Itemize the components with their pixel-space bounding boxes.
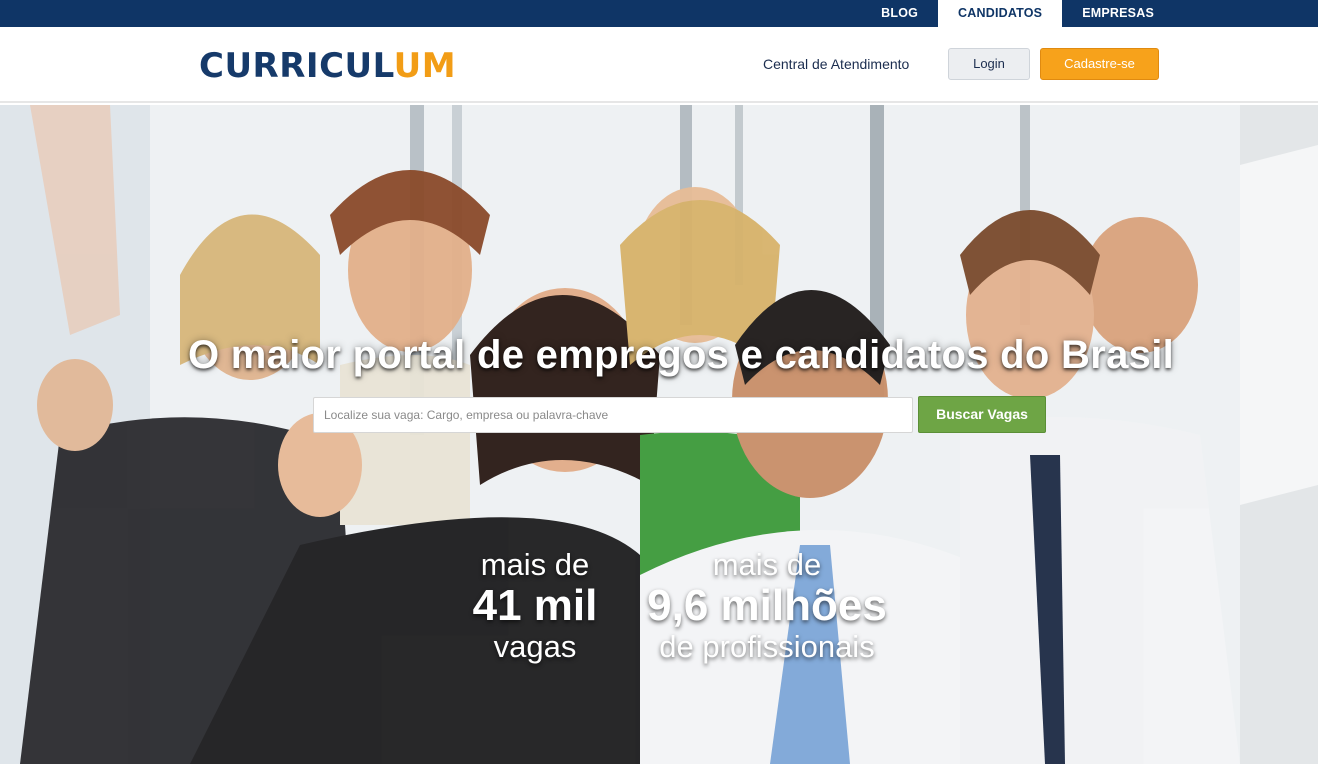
stat-profissionais-prefix: mais de: [712, 547, 822, 582]
top-nav-candidatos[interactable]: CANDIDATOS: [938, 0, 1063, 27]
signup-button[interactable]: Cadastre-se: [1040, 48, 1159, 80]
logo-text-accent: UM: [393, 46, 457, 86]
stat-vagas-prefix: mais de: [480, 547, 590, 582]
stat-profissionais: mais de 9,6 milhões de profissionais: [612, 547, 922, 665]
top-nav-blog[interactable]: BLOG: [861, 0, 938, 27]
top-nav-empresas[interactable]: EMPRESAS: [1062, 0, 1174, 27]
top-nav-links: BLOG CANDIDATOS EMPRESAS: [861, 0, 1174, 27]
hero-photo: [0, 105, 1318, 764]
help-center-link[interactable]: Central de Atendimento: [763, 56, 909, 72]
top-nav-bar: BLOG CANDIDATOS EMPRESAS: [0, 0, 1318, 27]
stat-vagas-value: 41 mil: [472, 581, 598, 630]
site-logo[interactable]: CURRICULUM: [199, 46, 456, 86]
stat-profissionais-value: 9,6 milhões: [647, 581, 887, 630]
hero-headline: O maior portal de empregos e candidatos …: [187, 333, 1175, 377]
site-header: CURRICULUM Central de Atendimento Login …: [0, 27, 1318, 103]
stat-vagas-suffix: vagas: [493, 629, 577, 664]
logo-text-main: CURRICUL: [199, 46, 394, 86]
search-jobs-button[interactable]: Buscar Vagas: [918, 396, 1046, 433]
hero-banner: O maior portal de empregos e candidatos …: [0, 105, 1318, 764]
stat-vagas: mais de 41 mil vagas: [435, 547, 635, 665]
stat-profissionais-suffix: de profissionais: [659, 629, 875, 664]
job-search-input[interactable]: [313, 397, 913, 433]
login-button[interactable]: Login: [948, 48, 1030, 80]
